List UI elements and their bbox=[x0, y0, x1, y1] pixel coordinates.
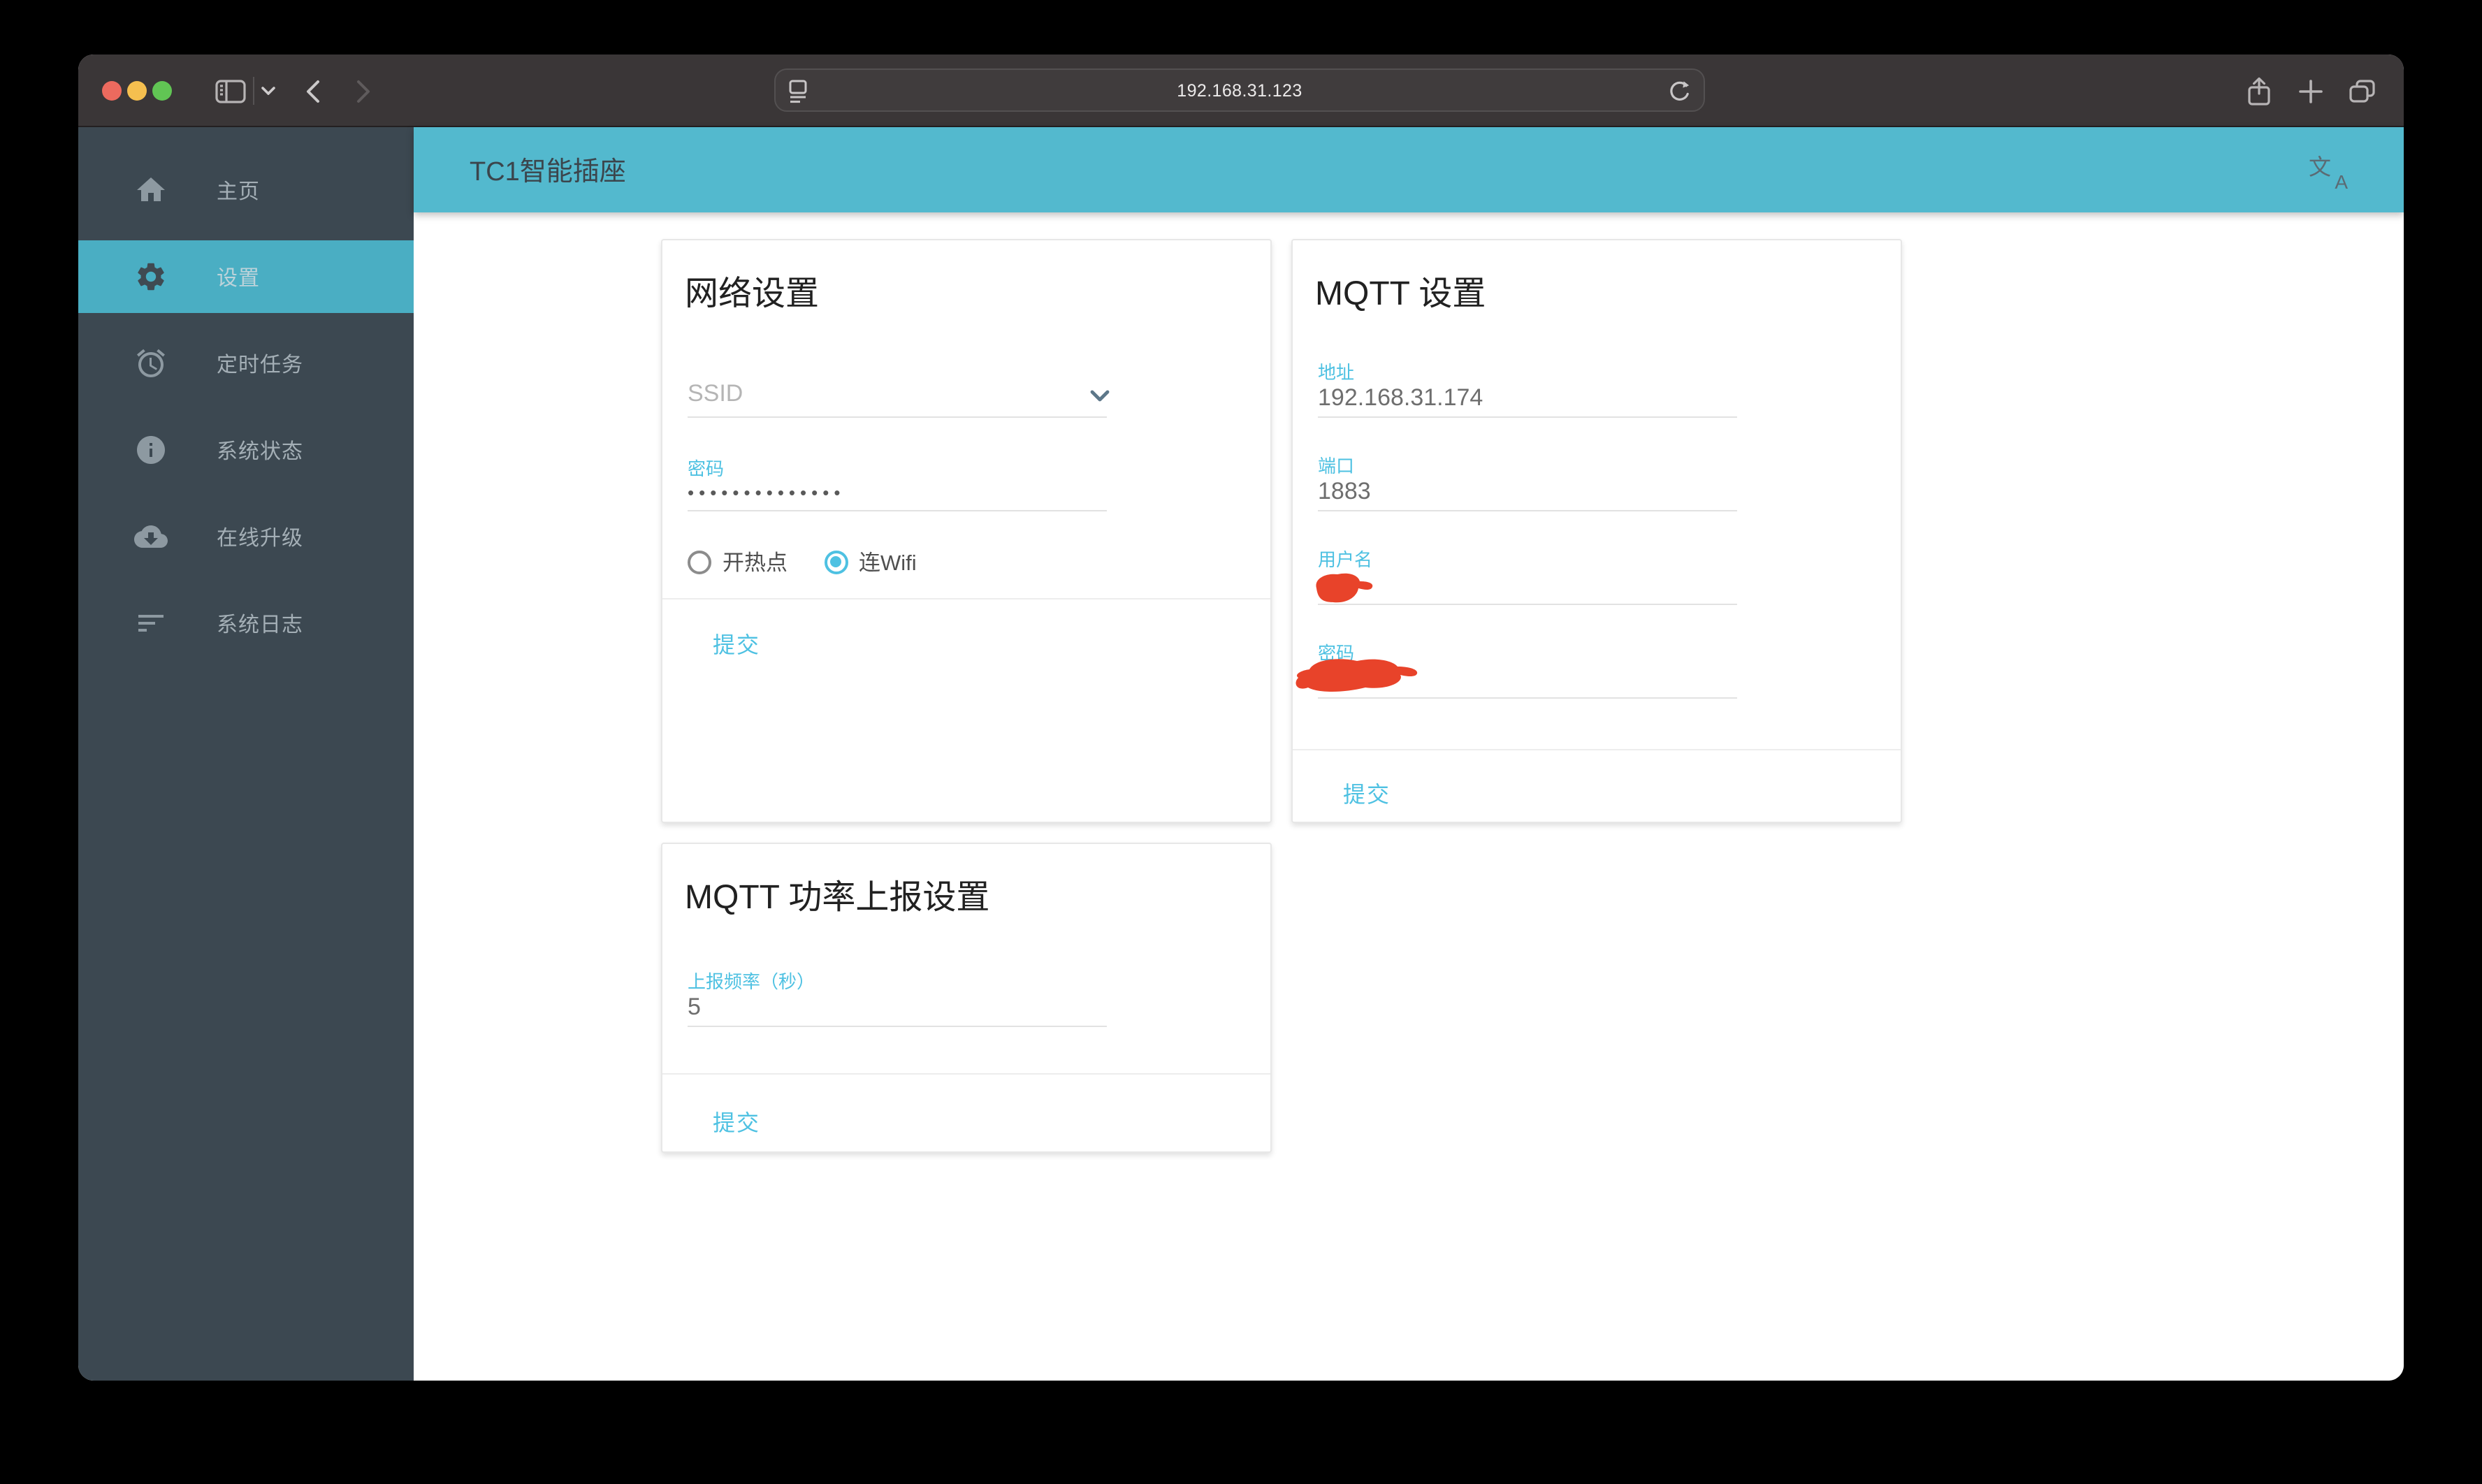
input-underline bbox=[1318, 510, 1737, 511]
sidebar-item-label: 设置 bbox=[217, 266, 261, 290]
browser-toolbar: 192.168.31.123 bbox=[78, 54, 2404, 127]
page: 192.168.31.123 主页 设置 定时任务 系统状态 在线升级 系统日志… bbox=[0, 0, 2482, 1484]
card-title: MQTT 功率上报设置 bbox=[685, 879, 990, 917]
page-format-icon[interactable] bbox=[788, 80, 809, 110]
gear-icon bbox=[134, 260, 168, 293]
ssid-select[interactable]: SSID bbox=[688, 380, 743, 408]
network-settings-card: 网络设置 SSID 密码 •••••••••••••• 开热点 连Wifi 提交 bbox=[661, 239, 1272, 823]
url-text[interactable]: 192.168.31.123 bbox=[776, 80, 1704, 100]
input-underline bbox=[688, 416, 1107, 418]
report-frequency-label: 上报频率（秒） bbox=[688, 971, 815, 992]
zoom-window-button[interactable] bbox=[152, 81, 172, 101]
card-title: 网络设置 bbox=[685, 275, 819, 313]
mqtt-username-label: 用户名 bbox=[1318, 549, 1373, 570]
mqtt-settings-card: MQTT 设置 地址 192.168.31.174 端口 1883 用户名 密码 bbox=[1291, 239, 1902, 823]
report-frequency-input[interactable]: 5 bbox=[688, 994, 701, 1021]
sidebar-item-system-log[interactable]: 系统日志 bbox=[78, 587, 414, 660]
chevron-down-icon[interactable] bbox=[257, 54, 280, 127]
card-divider bbox=[1293, 749, 1901, 750]
wifi-radio-label[interactable]: 连Wifi bbox=[859, 546, 917, 577]
sidebar-item-label: 系统状态 bbox=[217, 439, 304, 463]
sidebar-item-label: 在线升级 bbox=[217, 526, 304, 550]
new-tab-icon[interactable] bbox=[2288, 54, 2332, 127]
info-icon bbox=[134, 433, 168, 467]
username-redaction-scribble bbox=[1316, 573, 1373, 603]
input-underline bbox=[688, 1026, 1107, 1027]
sidebar-item-settings[interactable]: 设置 bbox=[78, 240, 414, 313]
close-window-button[interactable] bbox=[102, 81, 122, 101]
hotspot-radio[interactable] bbox=[688, 550, 711, 574]
home-icon bbox=[134, 173, 168, 207]
sidebar-item-timers[interactable]: 定时任务 bbox=[78, 327, 414, 400]
sidebar-item-home[interactable]: 主页 bbox=[78, 154, 414, 226]
page-title: TC1智能插座 bbox=[470, 158, 626, 187]
mqtt-address-label: 地址 bbox=[1318, 362, 1355, 383]
toolbar-divider bbox=[253, 77, 254, 105]
forward-icon[interactable] bbox=[349, 54, 377, 127]
sidebar-item-label: 定时任务 bbox=[217, 353, 304, 377]
log-lines-icon bbox=[134, 606, 168, 640]
cloud-download-icon bbox=[134, 520, 168, 553]
translate-icon[interactable]: 文 A bbox=[2309, 151, 2348, 193]
mqtt-port-label: 端口 bbox=[1318, 456, 1355, 477]
password-redaction-scribble bbox=[1296, 659, 1418, 692]
address-bar[interactable]: 192.168.31.123 bbox=[774, 68, 1705, 112]
app-header: TC1智能插座 文 A bbox=[414, 127, 2404, 212]
back-icon[interactable] bbox=[299, 54, 327, 127]
wifi-password-input[interactable]: •••••••••••••• bbox=[688, 482, 845, 503]
input-underline bbox=[688, 510, 1107, 511]
mqtt-address-input[interactable]: 192.168.31.174 bbox=[1318, 384, 1483, 412]
sidebar-item-label: 主页 bbox=[217, 180, 261, 203]
sidebar: 主页 设置 定时任务 系统状态 在线升级 系统日志 bbox=[78, 127, 414, 1381]
sidebar-toggle-icon[interactable] bbox=[210, 54, 252, 127]
hotspot-radio-label[interactable]: 开热点 bbox=[723, 546, 788, 577]
mqtt-submit-button[interactable]: 提交 bbox=[1343, 776, 1391, 809]
browser-window: 192.168.31.123 主页 设置 定时任务 系统状态 在线升级 系统日志… bbox=[78, 54, 2404, 1381]
sidebar-item-label: 系统日志 bbox=[217, 613, 304, 636]
wifi-mode-radio-group: 开热点 连Wifi bbox=[688, 546, 953, 577]
card-divider bbox=[662, 1073, 1270, 1075]
wifi-radio[interactable] bbox=[824, 550, 848, 574]
main-content: TC1智能插座 文 A 网络设置 SSID 密码 •••••••••••••• … bbox=[414, 127, 2404, 1381]
reload-icon[interactable] bbox=[1669, 80, 1691, 110]
mqtt-power-report-card: MQTT 功率上报设置 上报频率（秒） 5 提交 bbox=[661, 843, 1272, 1153]
sidebar-item-online-upgrade[interactable]: 在线升级 bbox=[78, 500, 414, 573]
minimize-window-button[interactable] bbox=[127, 81, 147, 101]
select-chevron-icon[interactable] bbox=[1090, 384, 1110, 409]
mqtt-port-input[interactable]: 1883 bbox=[1318, 478, 1371, 506]
share-icon[interactable] bbox=[2236, 54, 2281, 127]
card-divider bbox=[662, 598, 1270, 599]
wifi-password-label: 密码 bbox=[688, 458, 725, 479]
power-submit-button[interactable]: 提交 bbox=[713, 1104, 760, 1137]
card-title: MQTT 设置 bbox=[1315, 275, 1486, 313]
network-submit-button[interactable]: 提交 bbox=[713, 626, 760, 660]
sidebar-item-system-status[interactable]: 系统状态 bbox=[78, 414, 414, 486]
input-underline bbox=[1318, 416, 1737, 418]
alarm-clock-icon bbox=[134, 347, 168, 380]
tab-overview-icon[interactable] bbox=[2339, 54, 2384, 127]
